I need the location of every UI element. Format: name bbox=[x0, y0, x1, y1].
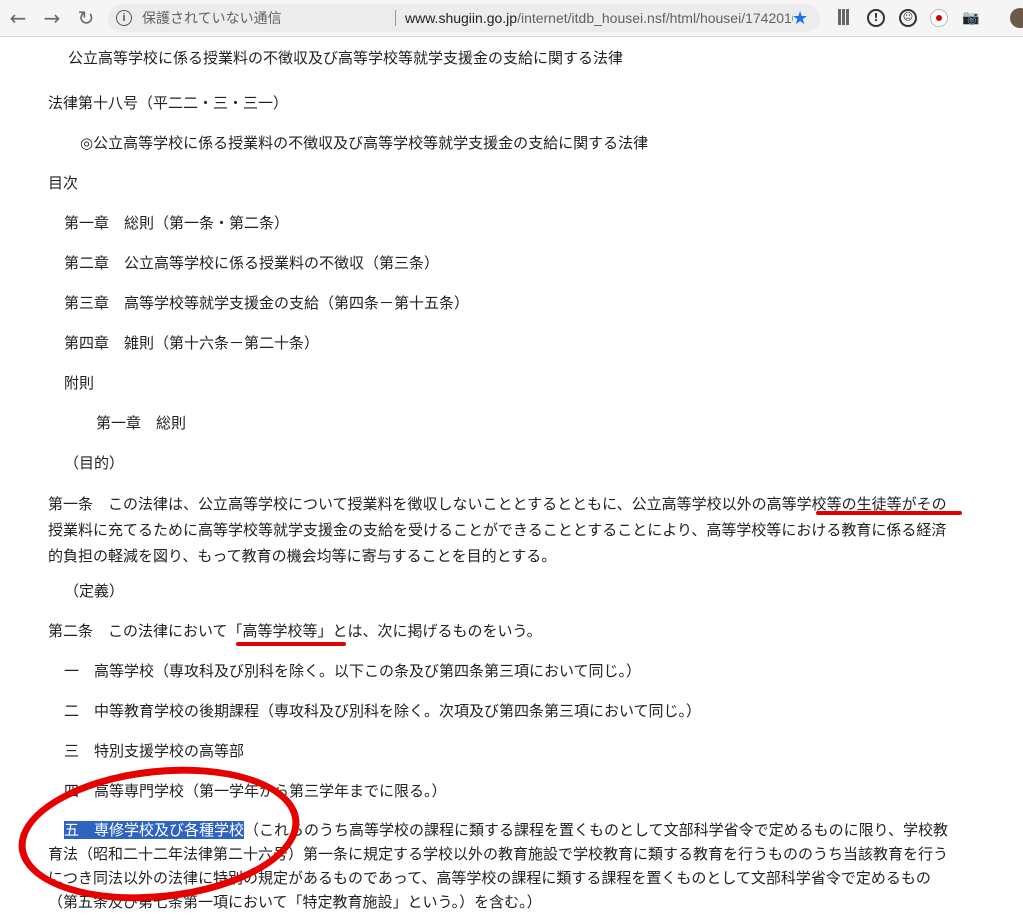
url-path: /internet/itdb_housei.nsf/html/housei/17… bbox=[517, 10, 793, 26]
toc-heading: 目次 bbox=[48, 174, 79, 192]
url-domain: www.shugiin.go.jp bbox=[405, 10, 518, 26]
item-5-line-1-rest: （これらのうち高等学校の課程に類する課程を置くものとして文部科学省令で定めるもの… bbox=[244, 821, 948, 839]
url-separator bbox=[395, 10, 396, 26]
address-bar[interactable]: i 保護されていない通信 www.shugiin.go.jp/internet/… bbox=[108, 4, 820, 32]
item-1: 一 高等学校（専攻科及び別科を除く。以下この条及び第四条第三項において同じ。） bbox=[64, 662, 642, 680]
law-number: 法律第十八号（平二二・三・三一） bbox=[48, 94, 289, 112]
bookmark-star-icon[interactable]: ★ bbox=[792, 4, 808, 32]
law-title: 公立高等学校に係る授業料の不徴収及び高等学校等就学支援金の支給に関する法律 bbox=[68, 49, 624, 67]
chapter-1-heading: 第一章 総則 bbox=[96, 414, 187, 432]
url-text[interactable]: www.shugiin.go.jp/internet/itdb_housei.n… bbox=[405, 4, 793, 32]
security-status: 保護されていない通信 bbox=[142, 10, 282, 26]
extension-record-icon[interactable] bbox=[930, 9, 948, 27]
red-underline-koto-gakko bbox=[236, 642, 346, 646]
toc-item-supplementary[interactable]: 附則 bbox=[64, 373, 94, 393]
item-3: 三 特別支援学校の高等部 bbox=[64, 742, 245, 760]
definition-caption: （定義） bbox=[64, 582, 125, 600]
toc-item-chapter-4[interactable]: 第四章 雑則（第十六条－第二十条） bbox=[64, 333, 319, 353]
extension-alert-icon[interactable]: ! bbox=[867, 9, 885, 27]
camera-icon[interactable]: 📷 bbox=[962, 9, 980, 27]
extension-face-icon[interactable]: ☺ bbox=[899, 9, 917, 27]
browser-toolbar: ← → ↻ i 保護されていない通信 www.shugiin.go.jp/int… bbox=[0, 0, 1023, 37]
toc-item-chapter-3[interactable]: 第三章 高等学校等就学支援金の支給（第四条－第十五条） bbox=[64, 293, 469, 313]
item-2: 二 中等教育学校の後期課程（専攻科及び別科を除く。次項及び第四条第三項において同… bbox=[64, 702, 702, 720]
article-1-line-3: 的負担の軽減を図り、もって教育の機会均等に寄与することを目的とする。 bbox=[48, 547, 557, 565]
profile-avatar[interactable] bbox=[1010, 8, 1023, 28]
back-arrow-icon[interactable]: ← bbox=[6, 6, 30, 30]
article-1-line-2: 授業料に充てるために高等学校等就学支援金の支給を受けることができることとすること… bbox=[48, 521, 947, 539]
toc-item-chapter-1[interactable]: 第一章 総則（第一条・第二条） bbox=[64, 213, 289, 233]
law-subtitle: ◎公立高等学校に係る授業料の不徴収及び高等学校等就学支援金の支給に関する法律 bbox=[80, 134, 649, 152]
article-1: 第一条 この法律は、公立高等学校について授業料を徴収しないこととするとともに、公… bbox=[48, 491, 1010, 569]
info-icon[interactable]: i bbox=[116, 10, 132, 26]
toc-item-chapter-2[interactable]: 第二章 公立高等学校に係る授業料の不徴収（第三条） bbox=[64, 253, 439, 273]
forward-arrow-icon[interactable]: → bbox=[40, 6, 64, 30]
reload-icon[interactable]: ↻ bbox=[74, 6, 98, 30]
extension-bars-icon[interactable] bbox=[838, 9, 856, 27]
red-underline-students bbox=[816, 511, 962, 515]
article-2: 第二条 この法律において「高等学校等」とは、次に掲げるものをいう。 bbox=[48, 622, 542, 640]
purpose-caption: （目的） bbox=[64, 454, 125, 472]
